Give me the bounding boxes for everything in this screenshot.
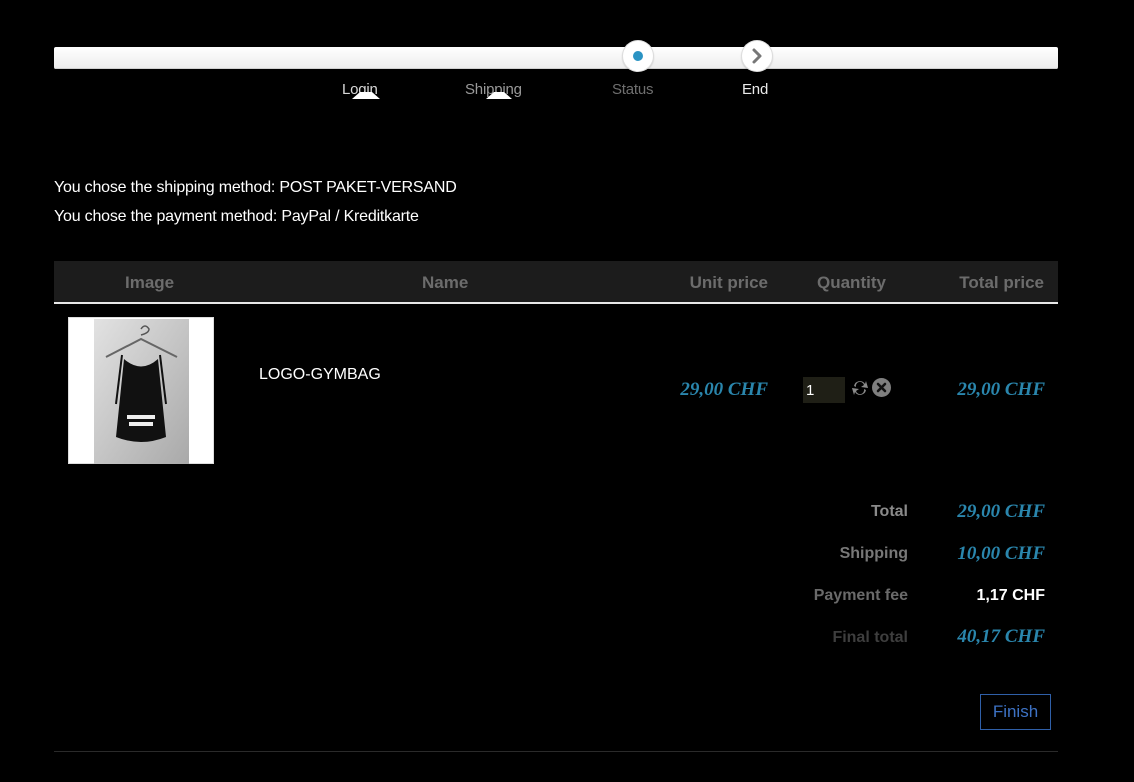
- step-done-marker: [486, 92, 512, 99]
- chevron-right-icon: [752, 48, 762, 64]
- quantity-input[interactable]: [803, 377, 845, 403]
- summary-final-total-value: 40,17 CHF: [957, 626, 1045, 647]
- unit-price: 29,00 CHF: [680, 379, 768, 400]
- line-total-price: 29,00 CHF: [957, 379, 1045, 400]
- refresh-icon[interactable]: [850, 378, 870, 398]
- checkout-progress-bar: [54, 47, 1058, 69]
- gym-bag-photo: [94, 319, 189, 464]
- column-header-name: Name: [422, 273, 469, 292]
- summary-shipping-label: Shipping: [839, 545, 908, 562]
- summary-shipping-value: 10,00 CHF: [957, 543, 1045, 564]
- end-step-marker: [742, 41, 772, 71]
- product-image[interactable]: [68, 317, 214, 464]
- chosen-payment-method: You chose the payment method: PayPal / K…: [54, 208, 419, 225]
- column-header-quantity: Quantity: [817, 273, 886, 292]
- summary-total-label: Total: [870, 503, 908, 520]
- summary-payment-fee-label: Payment fee: [813, 587, 908, 604]
- column-header-total-price: Total price: [959, 273, 1044, 292]
- cart-table-header: Image Name Unit price Quantity Total pri…: [54, 261, 1058, 304]
- column-header-unit-price: Unit price: [689, 273, 768, 292]
- footer-divider: [54, 751, 1058, 752]
- step-done-marker: [352, 92, 380, 99]
- summary-total-value: 29,00 CHF: [957, 501, 1045, 522]
- column-header-image: Image: [125, 273, 175, 292]
- step-label-status: Status: [612, 81, 654, 98]
- product-name: LOGO-GYMBAG: [259, 366, 381, 383]
- chosen-shipping-method: You chose the shipping method: POST PAKE…: [54, 179, 457, 196]
- finish-button[interactable]: Finish: [980, 694, 1051, 730]
- status-step-marker: [623, 41, 653, 71]
- step-label-end: End: [742, 81, 769, 98]
- summary-payment-fee-value: 1,17 CHF: [976, 587, 1045, 604]
- delete-icon[interactable]: [871, 377, 892, 398]
- summary-final-total-label: Final total: [832, 629, 908, 646]
